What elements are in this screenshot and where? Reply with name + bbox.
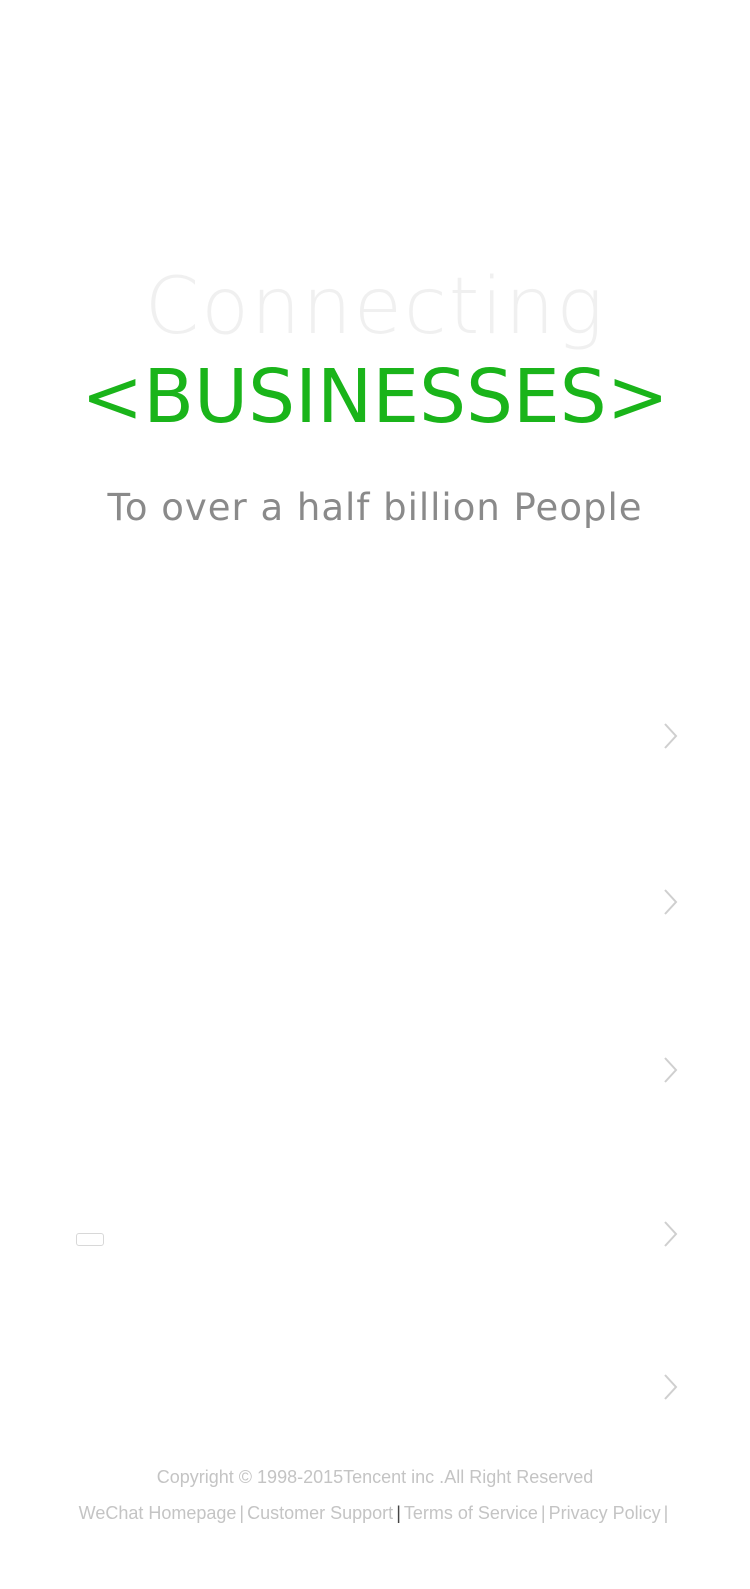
chevron-right-icon — [656, 1220, 684, 1248]
hero-highlight: <BUSINESSES> — [81, 354, 669, 440]
row-icon — [76, 1233, 104, 1246]
chevron-right-icon — [656, 1373, 684, 1401]
list-row-3[interactable] — [0, 1032, 750, 1112]
terms-of-service-link[interactable]: Terms of Service — [404, 1503, 538, 1523]
separator: | — [663, 1503, 669, 1523]
list-row-4[interactable] — [0, 1196, 750, 1276]
wechat-homepage-link[interactable]: WeChat Homepage — [79, 1503, 237, 1523]
hero-title: Connecting — [144, 262, 606, 352]
copyright-text: Copyright © 1998-2015Tencent inc .All Ri… — [156, 1467, 594, 1487]
separator: | — [396, 1503, 401, 1523]
separator: | — [540, 1503, 546, 1523]
customer-support-link[interactable]: Customer Support — [247, 1503, 393, 1523]
list-row-1[interactable] — [0, 698, 750, 778]
hero-subtitle: To over a half billion People — [107, 486, 643, 529]
footer-links: WeChat Homepage | Customer Support | Terms o… — [0, 1502, 750, 1524]
chevron-right-icon — [656, 722, 684, 750]
chevron-right-icon — [656, 1056, 684, 1084]
list-row-2[interactable] — [0, 864, 750, 944]
privacy-policy-link[interactable]: Privacy Policy — [549, 1503, 661, 1523]
list-row-5[interactable] — [0, 1349, 750, 1429]
separator: | — [239, 1503, 245, 1523]
chevron-right-icon — [656, 888, 684, 916]
footer: Copyright © 1998-2015Tencent inc .All Ri… — [0, 1466, 750, 1524]
